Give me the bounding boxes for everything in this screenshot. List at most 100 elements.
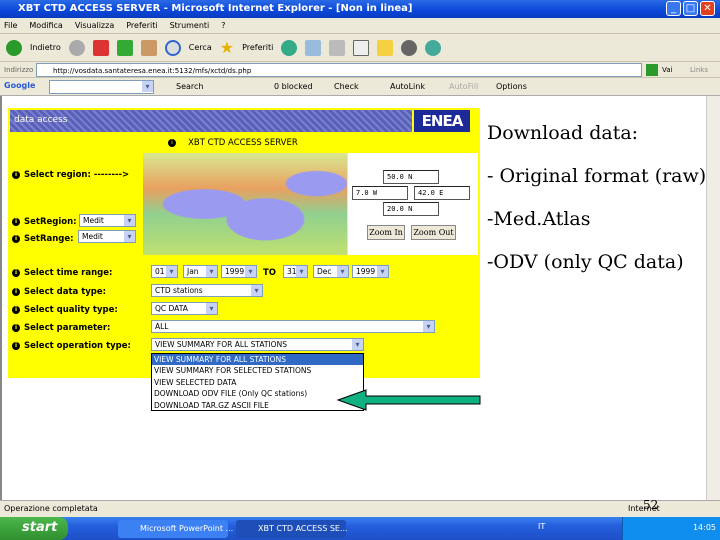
side-text-item: -ODV (only QC data): [487, 251, 684, 273]
google-search-input[interactable]: [49, 80, 154, 94]
menu-tools[interactable]: Strumenti: [170, 21, 210, 30]
to-year-select[interactable]: 1999: [352, 265, 389, 278]
status-bar: Operazione completata Internet 52: [0, 498, 720, 517]
info-icon[interactable]: i: [12, 170, 20, 179]
east-input[interactable]: 42.0 E: [414, 186, 470, 200]
menu-favorites[interactable]: Preferiti: [126, 21, 157, 30]
menu-edit[interactable]: Modifica: [29, 21, 62, 30]
info-icon[interactable]: i: [12, 341, 20, 350]
vertical-scrollbar[interactable]: [706, 96, 720, 500]
mail-icon[interactable]: [305, 39, 322, 56]
back-button[interactable]: Indietro: [30, 43, 61, 52]
side-text-title: Download data:: [487, 122, 639, 144]
search-button[interactable]: Cerca: [189, 43, 212, 52]
operation-type-select[interactable]: VIEW SUMMARY FOR ALL STATIONS: [151, 338, 364, 351]
refresh-icon[interactable]: [116, 39, 133, 56]
autofill-button[interactable]: AutoFill: [449, 82, 478, 91]
autolink-button[interactable]: AutoLink: [390, 82, 425, 91]
task-ie[interactable]: XBT CTD ACCESS SE...: [236, 520, 348, 538]
enea-logo: ENEA: [414, 110, 470, 132]
maximize-button[interactable]: □: [683, 1, 698, 16]
notes-icon[interactable]: [377, 39, 394, 56]
to-day-select[interactable]: 31: [283, 265, 308, 278]
info-icon[interactable]: i: [12, 217, 20, 226]
south-input[interactable]: 20.0 N: [383, 202, 439, 216]
go-button[interactable]: Vai: [662, 66, 672, 74]
print-icon[interactable]: [329, 39, 346, 56]
from-year-select[interactable]: 1999: [221, 265, 257, 278]
home-icon[interactable]: [140, 39, 157, 56]
menu-help[interactable]: ?: [221, 21, 225, 30]
status-text: Operazione completata: [4, 504, 98, 513]
search-icon[interactable]: [164, 39, 181, 56]
from-month-select[interactable]: Jan: [183, 265, 218, 278]
task-powerpoint[interactable]: Microsoft PowerPoint ...: [118, 520, 233, 538]
links-button[interactable]: Links: [690, 66, 708, 74]
title-bar: XBT CTD ACCESS SERVER - Microsoft Intern…: [0, 0, 720, 18]
set-region-select[interactable]: Medit: [79, 214, 136, 227]
stop-icon[interactable]: [92, 39, 109, 56]
address-input[interactable]: http://vosdata.santateresa.enea.it:5132/…: [36, 63, 642, 77]
popup-blocked-button[interactable]: 0 blocked: [274, 82, 313, 91]
google-logo[interactable]: Google: [4, 81, 35, 90]
operation-option[interactable]: VIEW SUMMARY FOR SELECTED STATIONS: [152, 365, 363, 376]
info-icon[interactable]: i: [12, 323, 20, 332]
info-icon[interactable]: i: [168, 138, 176, 147]
language-indicator[interactable]: IT: [538, 522, 545, 531]
contacts-icon[interactable]: [425, 39, 442, 56]
operation-option[interactable]: VIEW SUMMARY FOR ALL STATIONS: [152, 354, 363, 366]
edit-icon[interactable]: [353, 39, 370, 56]
operation-dropdown-list: VIEW SUMMARY FOR ALL STATIONS VIEW SUMMA…: [151, 353, 364, 411]
from-day-select[interactable]: 01: [151, 265, 178, 278]
zoom-in-button[interactable]: Zoom In: [367, 225, 405, 240]
select-region-label: i Select region: -------->: [12, 170, 129, 180]
operation-type-text: Select operation type:: [24, 341, 131, 351]
favorites-icon[interactable]: ★: [220, 38, 234, 57]
region-map[interactable]: [143, 153, 347, 255]
address-url: http://vosdata.santateresa.enea.it:5132/…: [53, 67, 252, 75]
menu-file[interactable]: File: [4, 21, 17, 30]
info-icon[interactable]: i: [12, 305, 20, 314]
heading-text: XBT CTD ACCESS SERVER: [188, 138, 298, 148]
close-button[interactable]: ✕: [700, 1, 715, 16]
data-type-label: i Select data type:: [12, 287, 106, 297]
menu-view[interactable]: Visualizza: [75, 21, 114, 30]
back-icon[interactable]: [6, 39, 22, 56]
toolbar: Indietro Cerca ★ Preferiti: [0, 34, 720, 62]
go-icon[interactable]: [646, 64, 658, 76]
set-range-text: SetRange:: [24, 234, 74, 244]
time-range-text: Select time range:: [24, 268, 113, 278]
minimize-button[interactable]: _: [666, 1, 681, 16]
operation-option[interactable]: DOWNLOAD ODV FILE (Only QC stations): [152, 388, 363, 399]
west-input[interactable]: 7.0 W: [352, 186, 408, 200]
check-button[interactable]: Check: [334, 82, 359, 91]
forward-icon[interactable]: [68, 39, 85, 56]
menu-bar: File Modifica Visualizza Preferiti Strumenti…: [0, 18, 720, 34]
quality-type-label: i Select quality type:: [12, 305, 118, 315]
set-range-select[interactable]: Medit: [78, 230, 136, 243]
favorites-button[interactable]: Preferiti: [242, 43, 273, 52]
operation-option[interactable]: VIEW SELECTED DATA: [152, 377, 363, 388]
info-icon[interactable]: i: [12, 287, 20, 296]
data-access-banner: data access: [10, 110, 412, 132]
system-tray: 14:05: [622, 517, 720, 540]
info-icon[interactable]: i: [12, 268, 20, 277]
info-icon[interactable]: i: [12, 234, 20, 243]
set-region-label: i SetRegion:: [12, 217, 77, 227]
data-type-select[interactable]: CTD stations: [151, 284, 263, 297]
side-text-item: -Med.Atlas: [487, 208, 591, 230]
to-month-select[interactable]: Dec: [313, 265, 349, 278]
quality-type-select[interactable]: QC DATA: [151, 302, 218, 315]
side-text-item: - Original format (raw): [487, 165, 707, 187]
parameter-select[interactable]: ALL: [151, 320, 435, 333]
north-input[interactable]: 50.0 N: [383, 170, 439, 184]
quality-type-text: Select quality type:: [24, 305, 118, 315]
options-button[interactable]: Options: [496, 82, 527, 91]
banner-text: data access: [14, 115, 68, 125]
start-button[interactable]: start: [0, 517, 68, 540]
google-search-button[interactable]: Search: [176, 82, 203, 91]
history-icon[interactable]: [281, 39, 298, 56]
zoom-out-button[interactable]: Zoom Out: [411, 225, 456, 240]
messenger-icon[interactable]: [401, 39, 418, 56]
operation-option[interactable]: DOWNLOAD TAR.GZ ASCII FILE: [152, 400, 363, 411]
